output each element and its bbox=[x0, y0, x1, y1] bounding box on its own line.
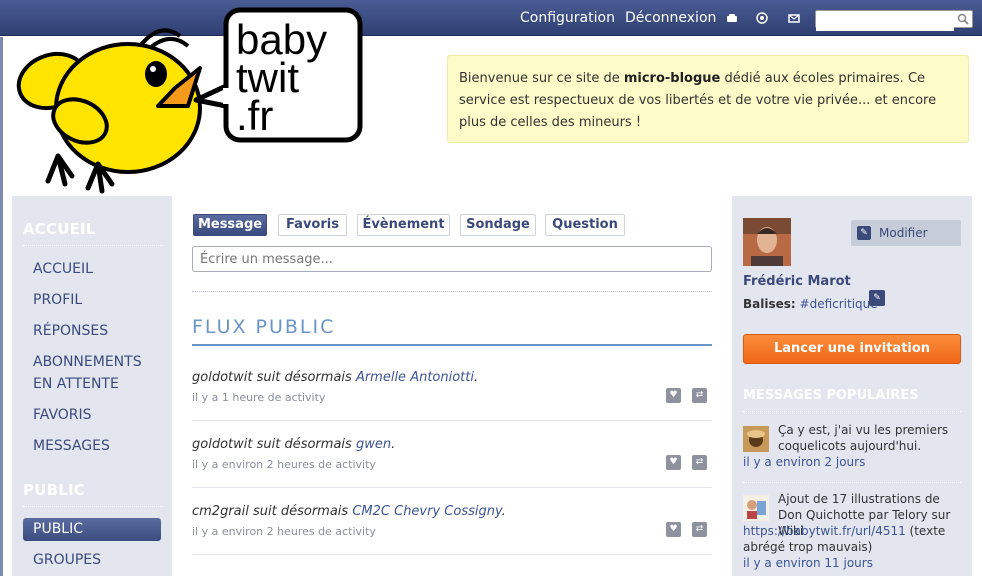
entry-meta: il y a environ 2 heures de activity bbox=[192, 458, 376, 471]
divider bbox=[192, 554, 712, 555]
repeat-icon[interactable]: ⇄ bbox=[692, 522, 707, 537]
entry-target[interactable]: Armelle Antoniotti bbox=[356, 370, 474, 385]
sidebar-item-profil[interactable]: PROFIL bbox=[33, 289, 163, 311]
logo-text-fr: .fr bbox=[236, 92, 273, 139]
tag-link[interactable]: #deficritique bbox=[800, 297, 878, 311]
entry-target[interactable]: CM2C Chevry Cossigny bbox=[352, 504, 501, 519]
pencil-icon: ✎ bbox=[857, 226, 871, 240]
favorite-icon[interactable]: ♥ bbox=[666, 522, 681, 537]
favorite-icon[interactable]: ♥ bbox=[666, 455, 681, 470]
repeat-icon[interactable]: ⇄ bbox=[692, 455, 707, 470]
entry-user[interactable]: cm2grail bbox=[192, 504, 249, 519]
modify-label: Modifier bbox=[879, 226, 928, 240]
popular-message: Ajout de 17 illustrations de Don Quichot… bbox=[743, 491, 963, 576]
popular-message: Ça y est, j'ai vu les premiers coquelico… bbox=[743, 422, 963, 472]
divider bbox=[192, 420, 712, 421]
sidebar-item-messages[interactable]: MESSAGES bbox=[33, 435, 163, 457]
tab-message[interactable]: Message bbox=[193, 214, 267, 236]
mail-icon[interactable] bbox=[788, 12, 800, 24]
entry-end: . bbox=[391, 437, 396, 452]
divider bbox=[23, 245, 163, 246]
tab-favoris[interactable]: Favoris bbox=[278, 214, 347, 236]
search-icon[interactable] bbox=[957, 13, 969, 25]
tab-sondage[interactable]: Sondage bbox=[460, 214, 536, 236]
entry-end: . bbox=[501, 504, 506, 519]
welcome-text-start: Bienvenue sur ce site de bbox=[459, 71, 624, 86]
repeat-icon[interactable]: ⇄ bbox=[692, 388, 707, 403]
divider bbox=[23, 506, 163, 507]
avatar[interactable] bbox=[743, 218, 791, 266]
phone-icon[interactable] bbox=[726, 12, 738, 24]
message-thumbnail[interactable] bbox=[743, 426, 769, 452]
popular-message-text: Ça y est, j'ai vu les premiers coquelico… bbox=[778, 423, 949, 453]
favorite-icon[interactable]: ♥ bbox=[666, 388, 681, 403]
message-thumbnail[interactable] bbox=[743, 495, 769, 521]
divider bbox=[743, 411, 961, 412]
entry-user[interactable]: goldotwit bbox=[192, 370, 252, 385]
tags-label: Balises: bbox=[743, 297, 796, 311]
divider bbox=[192, 487, 712, 488]
feed-entry: goldotwit suit désormais Armelle Antonio… bbox=[192, 370, 712, 410]
sidebar-item-favoris[interactable]: FAVORIS bbox=[33, 404, 163, 426]
feed-entry: goldotwit suit désormais gwen. il y a en… bbox=[192, 437, 712, 477]
feed-title: FLUX PUBLIC bbox=[192, 316, 336, 338]
sidebar-item-abonnements[interactable]: ABONNEMENTS EN ATTENTE bbox=[33, 351, 163, 395]
entry-target[interactable]: gwen bbox=[356, 437, 391, 452]
logout-link[interactable]: Déconnexion bbox=[625, 10, 716, 26]
section-title-accueil: ACCUEIL bbox=[23, 220, 96, 238]
sidebar-item-accueil[interactable]: ACCUEIL bbox=[33, 258, 163, 280]
message-url[interactable]: https://babytwit.fr/url/4511 bbox=[743, 524, 906, 538]
search-input[interactable] bbox=[816, 15, 954, 31]
popular-message-time[interactable]: il y a environ 2 jours bbox=[743, 454, 865, 470]
edit-tags-icon[interactable]: ✎ bbox=[869, 290, 885, 306]
popular-message-time[interactable]: il y a environ 11 jours bbox=[743, 555, 873, 571]
tab-evenement[interactable]: Évènement bbox=[357, 214, 450, 236]
page-left-border bbox=[0, 37, 3, 576]
entry-meta: il y a environ 2 heures de activity bbox=[192, 525, 376, 538]
divider bbox=[743, 482, 961, 483]
section-title-public: PUBLIC bbox=[23, 481, 85, 499]
divider bbox=[192, 291, 712, 292]
globe-icon[interactable] bbox=[756, 12, 768, 24]
profile-tags: Balises: #deficritique bbox=[743, 297, 878, 311]
entry-verb: suit désormais bbox=[248, 504, 353, 519]
configuration-link[interactable]: Configuration bbox=[520, 10, 615, 26]
feed-title-underline bbox=[192, 344, 712, 346]
babytwit-logo[interactable]: baby twit .fr bbox=[10, 6, 370, 196]
entry-meta: il y a 1 heure de activity bbox=[192, 391, 326, 404]
feed-entry: cm2grail suit désormais CM2C Chevry Coss… bbox=[192, 504, 712, 544]
entry-user[interactable]: goldotwit bbox=[192, 437, 252, 452]
left-sidebar: ACCUEIL ACCUEIL PROFIL RÉPONSES ABONNEME… bbox=[12, 196, 172, 576]
modify-profile-button[interactable]: ✎ Modifier bbox=[851, 220, 961, 246]
profile-name[interactable]: Frédéric Marot bbox=[743, 274, 851, 289]
popular-message-extra: https://babytwit.fr/url/4511 (texte abré… bbox=[743, 523, 963, 555]
entry-verb: suit désormais bbox=[252, 437, 356, 452]
search-box bbox=[815, 10, 973, 31]
welcome-text-bold: micro-blogue bbox=[623, 71, 721, 86]
popular-messages-title: MESSAGES POPULAIRES bbox=[743, 388, 919, 403]
invite-button[interactable]: Lancer une invitation bbox=[743, 334, 961, 364]
message-input[interactable]: Écrire un message... bbox=[192, 246, 712, 272]
tab-question[interactable]: Question bbox=[545, 214, 625, 236]
entry-end: . bbox=[474, 370, 479, 385]
sidebar-item-reponses[interactable]: RÉPONSES bbox=[33, 320, 163, 342]
welcome-notice: Bienvenue sur ce site de micro-blogue dé… bbox=[447, 55, 969, 143]
entry-verb: suit désormais bbox=[252, 370, 356, 385]
sidebar-item-groupes[interactable]: GROUPES bbox=[33, 549, 163, 571]
sidebar-item-public[interactable]: PUBLIC bbox=[23, 518, 161, 541]
